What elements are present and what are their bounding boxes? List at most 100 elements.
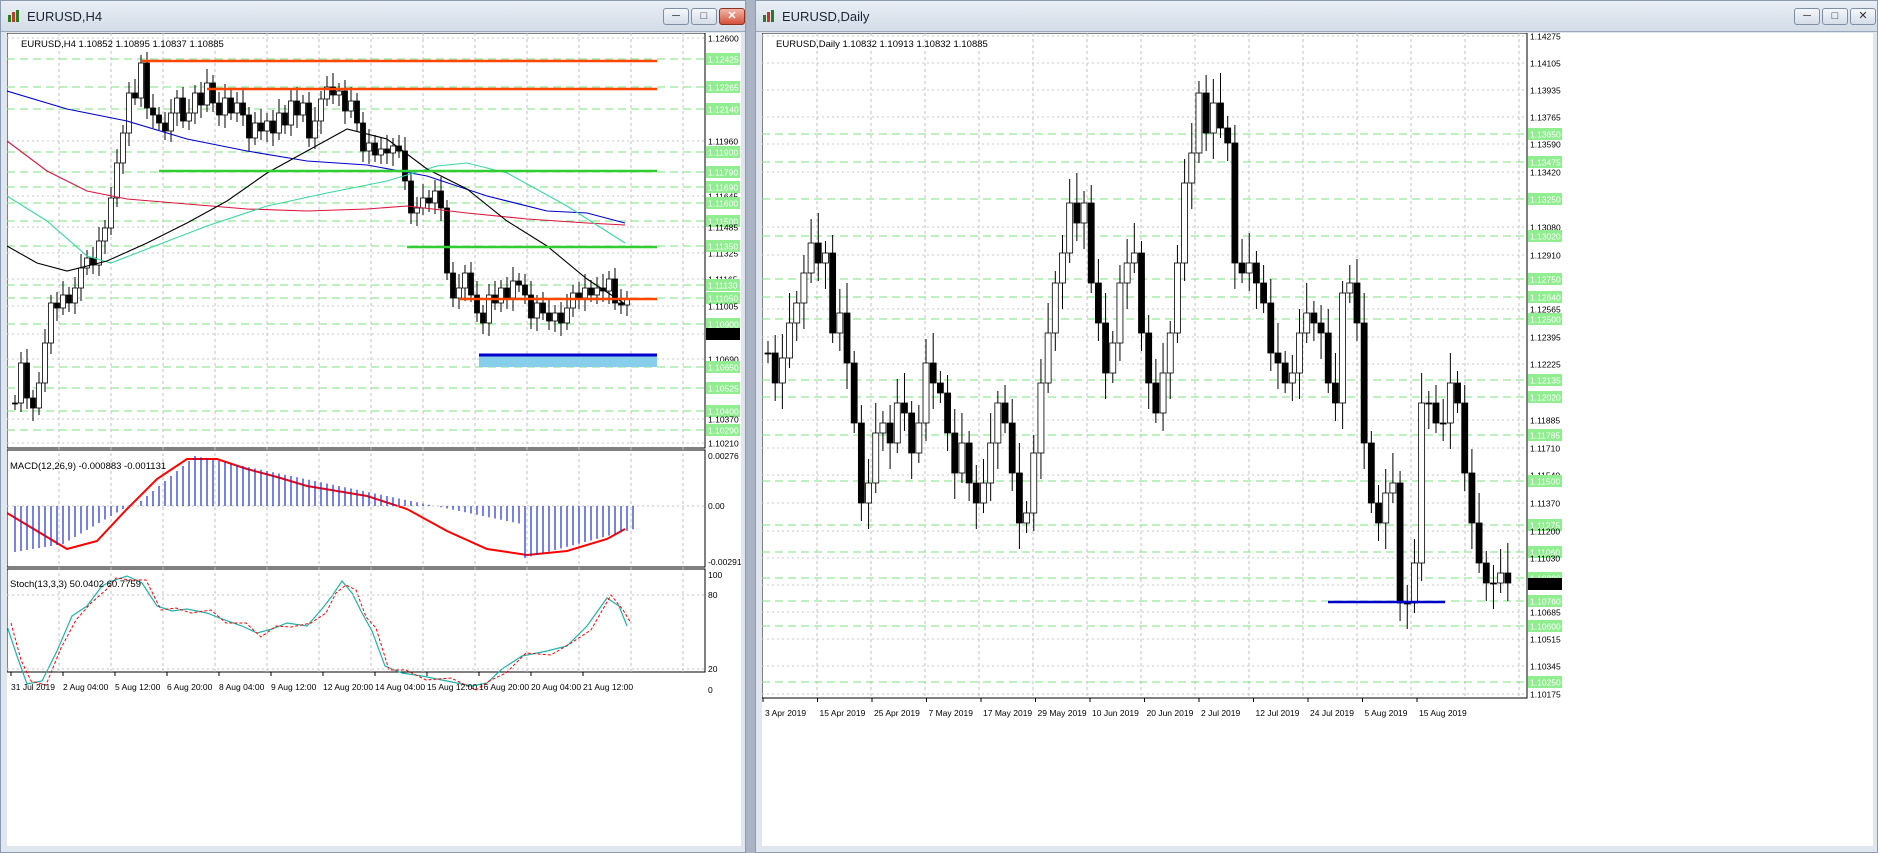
chart-area[interactable]: 1.12600 1.12425 1.12265 1.12140 1.11960 1.119… <box>6 32 747 846</box>
x-axis-label: 20 Aug 04:00 <box>531 682 581 692</box>
price-label: 1.13420 <box>1530 168 1561 178</box>
daily-chart-svg[interactable]: 1.14275 1.14105 1.13935 1.13765 1.136501.135… <box>761 32 1873 846</box>
h4-chart-svg[interactable]: 1.12600 1.12425 1.12265 1.12140 1.119601.119… <box>6 32 747 846</box>
candle-body <box>786 322 793 359</box>
candle-body <box>480 312 486 324</box>
candle-body <box>276 112 282 134</box>
minimize-button[interactable]: ─ <box>663 8 689 25</box>
macd-axis-label: 0.00276 <box>708 451 739 461</box>
x-axis-label: 20 Jun 2019 <box>1147 708 1194 718</box>
candle-body <box>778 357 786 384</box>
price-label: 1.11885 <box>1530 416 1560 426</box>
window-eurusd-daily[interactable]: EURUSD,Daily ─ □ ✕ 1.14275 1.14105 1.13935… <box>755 0 1878 853</box>
candle-body <box>1339 292 1347 404</box>
macd-label: MACD(12,26,9) -0.000883 -0.001131 <box>10 461 166 472</box>
candle-body <box>764 352 772 355</box>
candle-body <box>378 148 384 156</box>
main-panel-border <box>6 32 706 449</box>
x-axis-label: 15 Aug 2019 <box>1419 708 1467 718</box>
candle-body <box>198 92 204 106</box>
x-axis-label: 2 Aug 04:00 <box>63 682 109 692</box>
candle-body <box>850 362 858 424</box>
candle-body <box>1123 262 1131 284</box>
candle-body <box>54 302 60 309</box>
candle-body <box>48 302 54 344</box>
candle-body <box>1288 372 1296 384</box>
price-label: 1.10650 <box>708 363 739 373</box>
price-label: 1.10760 <box>1530 597 1561 607</box>
title-bar[interactable]: EURUSD,Daily ─ □ ✕ <box>756 1 1877 32</box>
stoch-label: Stoch(13,3,3) 50.0402 60.7759 <box>10 579 141 590</box>
candle-body <box>1001 402 1009 424</box>
candle-body <box>504 287 510 299</box>
candle-body <box>102 227 108 242</box>
window-eurusd-h4[interactable]: EURUSD,H4 ─ □ ✕ 1.12600 1.12425 1.12265 1.1… <box>0 0 747 853</box>
stoch-axis-label: 80 <box>708 590 718 600</box>
candle-body <box>1253 262 1260 284</box>
window-title: EURUSD,Daily <box>782 9 870 24</box>
chart-area[interactable]: 1.14275 1.14105 1.13935 1.13765 1.13650 1.135… <box>761 32 1873 846</box>
candle-body <box>1015 472 1023 524</box>
price-label: 1.11350 <box>708 242 738 252</box>
candle-body <box>12 402 18 405</box>
candle-body <box>342 90 348 112</box>
candle-body <box>1490 582 1497 585</box>
candle-body <box>420 197 426 209</box>
sub-windows <box>7 456 705 670</box>
candle-body <box>306 102 312 139</box>
window-title: EURUSD,H4 <box>27 9 103 24</box>
candle-body <box>234 102 240 114</box>
candle-body <box>944 392 951 434</box>
price-label: 1.13935 <box>1530 86 1561 96</box>
minimize-button[interactable]: ─ <box>1794 8 1820 25</box>
x-axis-label: 5 Aug 2019 <box>1365 708 1408 718</box>
candle-body <box>36 382 42 409</box>
candle-body <box>1504 572 1512 584</box>
macd-axis-label: 0.00 <box>708 501 725 511</box>
title-bar[interactable]: EURUSD,H4 ─ □ ✕ <box>1 1 745 32</box>
price-label: 1.13650 <box>1530 130 1561 140</box>
candle-body <box>1346 282 1354 294</box>
current-price-bg <box>1528 578 1562 590</box>
price-label: 1.12750 <box>1530 275 1561 285</box>
candle-body <box>980 482 987 504</box>
close-button[interactable]: ✕ <box>719 8 745 25</box>
candle-body <box>168 112 174 132</box>
candle-body <box>594 287 600 296</box>
candle-body <box>1188 152 1196 184</box>
candle-body <box>987 442 995 484</box>
price-label: 1.13020 <box>1530 232 1561 242</box>
candle-body <box>252 122 258 139</box>
candle-body <box>879 422 887 434</box>
price-label: 1.12600 <box>708 34 739 44</box>
candle-body <box>510 280 516 299</box>
maximize-button[interactable]: □ <box>1822 8 1848 25</box>
candle-body <box>1152 382 1160 414</box>
candle-body <box>893 402 901 444</box>
candle-body <box>1159 372 1167 414</box>
candle-body <box>426 197 432 204</box>
price-label: 1.12140 <box>708 105 739 115</box>
x-axis-label: 31 Jul 2019 <box>11 682 55 692</box>
candle-body <box>66 294 72 304</box>
candle-body <box>72 287 78 304</box>
close-button[interactable]: ✕ <box>1850 8 1876 25</box>
price-label: 1.12500 <box>1530 315 1561 325</box>
candle-body <box>1224 127 1232 144</box>
candle-body <box>360 122 366 152</box>
candle-body <box>901 402 908 414</box>
candle-body <box>1461 402 1469 474</box>
candle-body <box>1087 202 1095 284</box>
price-label: 1.11500 <box>1530 477 1560 487</box>
candle-body <box>570 292 576 309</box>
candle-body <box>60 294 66 309</box>
stoch-axis-label: 100 <box>708 570 722 580</box>
maximize-button[interactable]: □ <box>691 8 717 25</box>
candle-body <box>222 97 228 116</box>
candle-body <box>1181 182 1188 264</box>
price-label: 1.14275 <box>1530 33 1561 42</box>
price-label: 1.10515 <box>1530 635 1561 645</box>
x-axis-label: 5 Aug 12:00 <box>115 682 161 692</box>
candle-body <box>1209 102 1217 134</box>
candle-body <box>144 62 150 109</box>
